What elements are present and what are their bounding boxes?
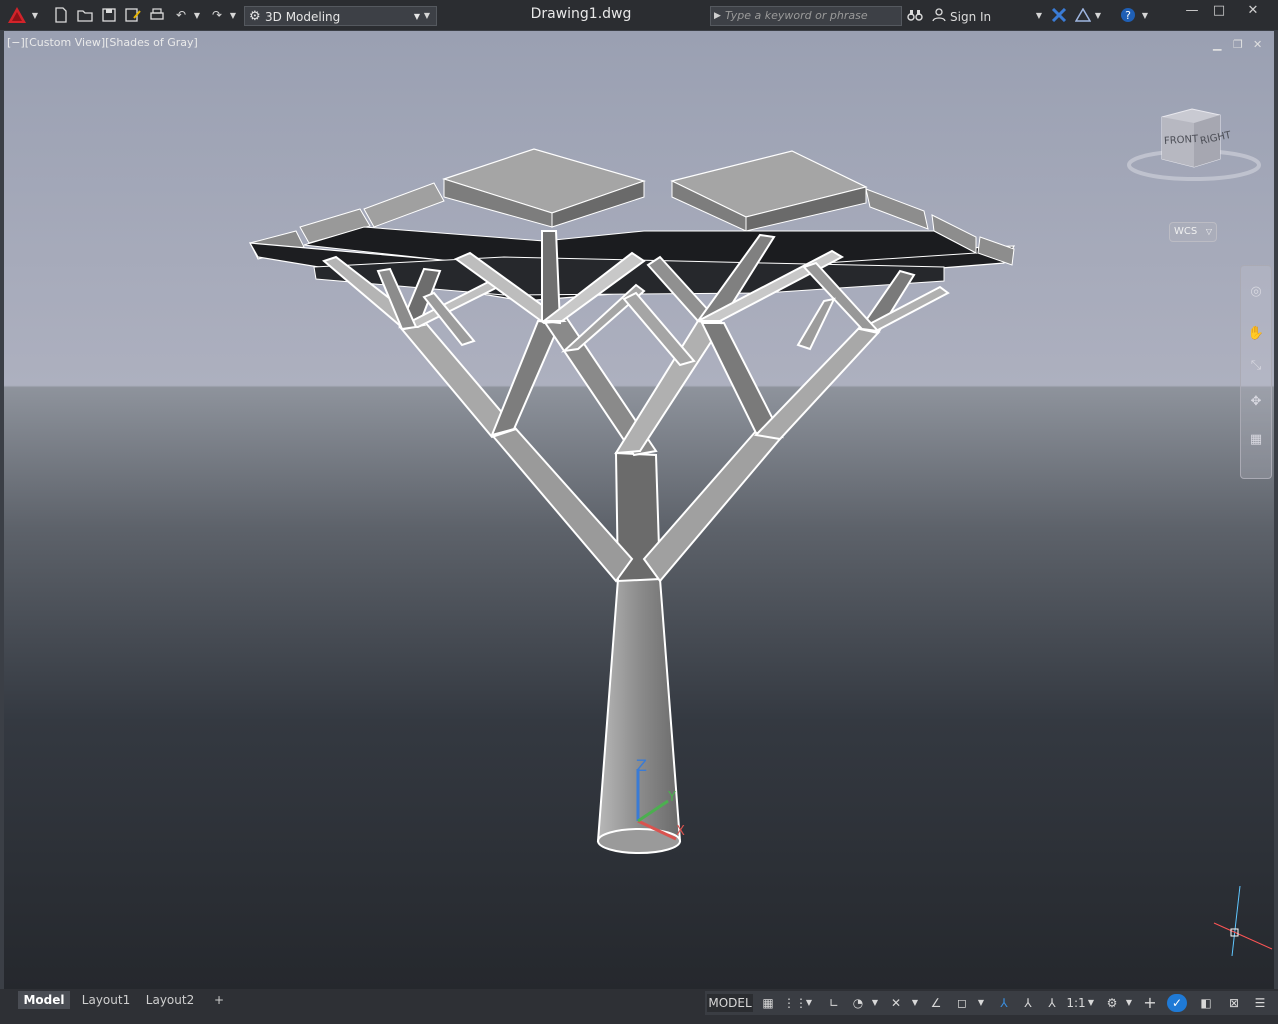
ucs-z-label: Z xyxy=(636,756,647,775)
ucs-x-label: X xyxy=(676,824,685,839)
tree-structure-model: Z Y X xyxy=(248,148,1273,957)
search-placeholder: Type a keyword or phrase xyxy=(725,9,868,22)
snap-dropdown-icon[interactable]: ▼ xyxy=(803,994,815,1012)
status-bar: Model Layout1 Layout2 + MODEL ▦ ⋮⋮ ▼ ∟ ◔… xyxy=(0,989,1278,1024)
autodesk-360-icon[interactable] xyxy=(1074,6,1092,24)
ortho-icon[interactable]: ∟ xyxy=(825,994,843,1012)
tab-layout1[interactable]: Layout1 xyxy=(80,991,132,1009)
search-input[interactable]: ▶ Type a keyword or phrase xyxy=(710,6,902,26)
gear-icon: ⚙ xyxy=(249,9,261,24)
close-window-icon[interactable]: ✕ xyxy=(1238,3,1268,21)
tab-layout2[interactable]: Layout2 xyxy=(144,991,196,1009)
customization-menu-icon[interactable]: ☰ xyxy=(1251,994,1269,1012)
autoscale-icon[interactable]: ⅄ xyxy=(1019,994,1037,1012)
annotation-scale-value[interactable]: 1:1 xyxy=(1065,994,1087,1012)
search-expand-icon: ▶ xyxy=(714,11,721,21)
crosshair-cursor xyxy=(1213,885,1273,957)
autocad-app-menu-button[interactable] xyxy=(6,6,28,24)
autodesk-dropdown-icon[interactable]: ▼ xyxy=(1093,6,1103,24)
steering-wheel-icon[interactable]: ◎ xyxy=(1247,284,1265,302)
window-title: Drawing1.dwg xyxy=(530,6,632,22)
workspace-label: 3D Modeling xyxy=(265,10,341,24)
zoom-extents-icon[interactable]: ⤡ xyxy=(1247,358,1265,376)
undo-icon[interactable]: ↶ xyxy=(172,6,190,24)
plus-icon[interactable]: + xyxy=(1141,994,1159,1012)
drawing-viewport[interactable]: [−][Custom View][Shades of Gray] ▁ ❐ ✕ Z… xyxy=(4,31,1274,989)
save-icon[interactable] xyxy=(100,6,118,24)
isolate-objects-icon[interactable]: ◧ xyxy=(1197,994,1215,1012)
redo-dropdown-icon[interactable]: ▼ xyxy=(228,6,238,24)
object-snap-tracking-icon[interactable]: ∠ xyxy=(927,994,945,1012)
ucs-y-label: Y xyxy=(667,790,676,805)
open-folder-icon[interactable] xyxy=(76,6,94,24)
pan-hand-icon[interactable]: ✋ xyxy=(1247,326,1265,344)
wcs-menu-button[interactable]: WCS ▽ xyxy=(1169,222,1217,242)
workspace-select[interactable]: ⚙ 3D Modeling ▼ xyxy=(244,6,437,26)
add-layout-button[interactable]: + xyxy=(208,991,230,1009)
model-space-toggle[interactable]: MODEL xyxy=(707,994,753,1012)
polar-tracking-icon[interactable]: ◔ xyxy=(849,994,867,1012)
sign-in-dropdown-icon[interactable]: ▼ xyxy=(1034,6,1044,24)
exchange-apps-icon[interactable] xyxy=(1050,6,1068,24)
workspace-gear-icon[interactable]: ⚙ xyxy=(1103,994,1121,1012)
print-icon[interactable] xyxy=(148,6,166,24)
annotation-visibility-icon[interactable]: ⅄ xyxy=(995,994,1013,1012)
user-icon xyxy=(930,6,948,24)
grid-icon[interactable]: ▦ xyxy=(759,994,777,1012)
svg-text:?: ? xyxy=(1125,9,1131,22)
new-file-icon[interactable] xyxy=(52,6,70,24)
chevron-down-icon: ▽ xyxy=(1205,227,1212,236)
wcs-label: WCS xyxy=(1174,226,1198,237)
maximize-window-icon[interactable]: □ xyxy=(1204,3,1234,21)
clean-screen-icon[interactable]: ⊠ xyxy=(1225,994,1243,1012)
polar-dropdown-icon[interactable]: ▼ xyxy=(869,994,881,1012)
title-bar: ▼ ↶ ▼ ↷ ▼ ⚙ 3D Modeling ▼ ▼ Drawing1.dwg… xyxy=(0,0,1278,30)
quick-access-customize-icon[interactable]: ▼ xyxy=(420,6,434,24)
hardware-acceleration-icon[interactable]: ✓ xyxy=(1167,994,1187,1012)
save-as-icon[interactable] xyxy=(124,6,142,24)
tab-model[interactable]: Model xyxy=(18,991,70,1009)
status-toolbar: MODEL ▦ ⋮⋮ ▼ ∟ ◔ ▼ ✕ ▼ ∠ ◻ ▼ ⅄ ⅄ ⅄ 1:1 ▼… xyxy=(705,991,1278,1015)
binoculars-icon[interactable] xyxy=(906,6,924,24)
navigation-bar: ◎ ✋ ⤡ ✥ ▦ xyxy=(1240,265,1272,479)
scale-dropdown-icon[interactable]: ▼ xyxy=(1085,994,1097,1012)
sign-in-button[interactable]: Sign In xyxy=(950,10,991,24)
app-menu-dropdown-icon[interactable]: ▼ xyxy=(30,6,40,24)
object-snap-dropdown-icon[interactable]: ▼ xyxy=(975,994,987,1012)
help-icon[interactable]: ? xyxy=(1119,6,1137,24)
minimize-window-icon[interactable]: — xyxy=(1177,3,1207,21)
autocad-logo-icon xyxy=(8,7,26,23)
object-snap-icon[interactable]: ◻ xyxy=(953,994,971,1012)
help-dropdown-icon[interactable]: ▼ xyxy=(1140,6,1150,24)
viewcube[interactable]: FRONT RIGHT xyxy=(1124,101,1264,191)
annotation-scale-icon[interactable]: ⅄ xyxy=(1043,994,1061,1012)
snap-icon[interactable]: ⋮⋮ xyxy=(783,994,807,1012)
isometric-icon[interactable]: ✕ xyxy=(887,994,905,1012)
orbit-icon[interactable]: ✥ xyxy=(1247,394,1265,412)
workspace-dropdown-icon[interactable]: ▼ xyxy=(1123,994,1135,1012)
undo-dropdown-icon[interactable]: ▼ xyxy=(192,6,202,24)
isometric-dropdown-icon[interactable]: ▼ xyxy=(909,994,921,1012)
showmotion-icon[interactable]: ▦ xyxy=(1247,432,1265,450)
redo-icon[interactable]: ↷ xyxy=(208,6,226,24)
